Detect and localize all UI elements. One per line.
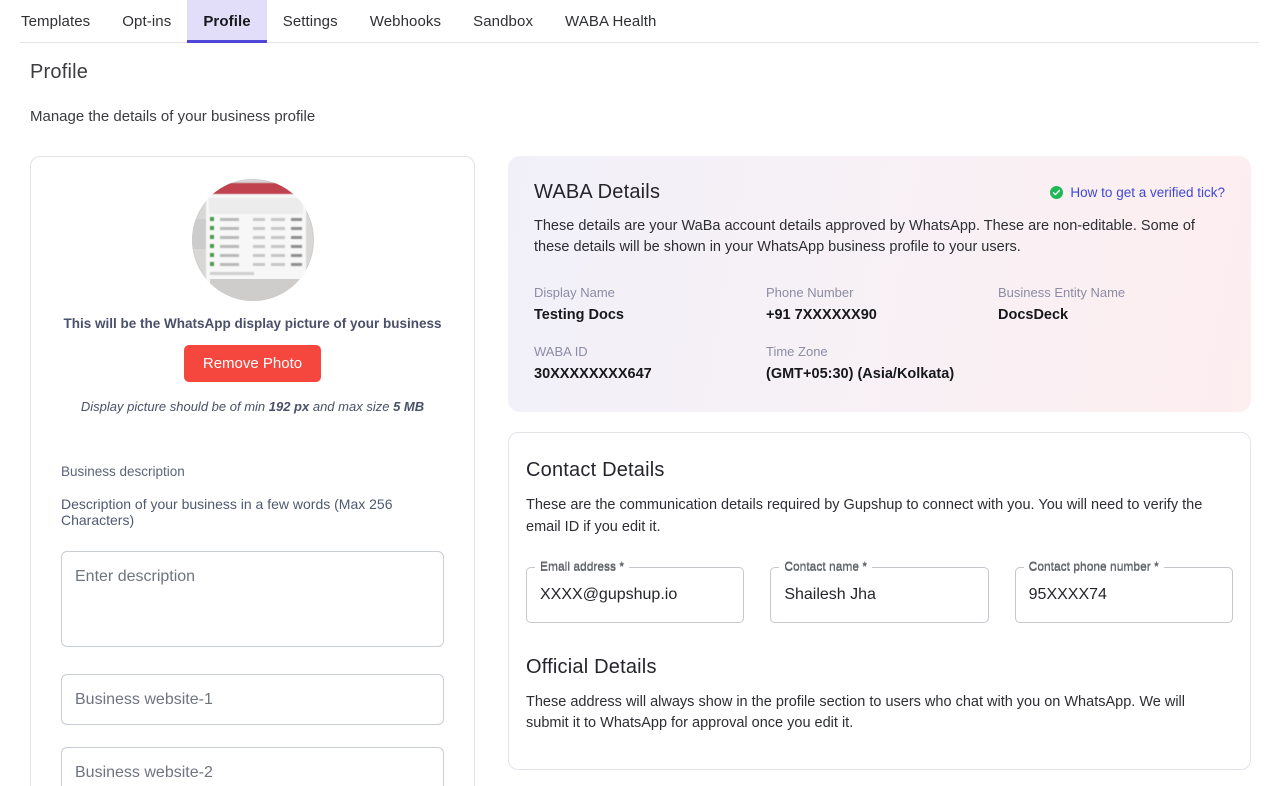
field-value: 30XXXXXXXX647 <box>534 366 652 383</box>
tab-webhooks[interactable]: Webhooks <box>354 0 457 43</box>
tab-waba-health[interactable]: WABA Health <box>549 0 672 43</box>
verified-link-label: How to get a verified tick? <box>1070 185 1225 200</box>
tab-opt-ins[interactable]: Opt-ins <box>106 0 187 43</box>
waba-details-card: WABA Details How to get a verified tick?… <box>508 156 1251 413</box>
field-label: Phone Number <box>766 285 854 301</box>
display-picture-note: This will be the WhatsApp display pictur… <box>63 316 442 331</box>
contact-details-card: Contact Details These are the communicat… <box>508 432 1251 771</box>
size-note-min: 192 px <box>268 399 310 414</box>
field-value: DocsDeck <box>998 307 1069 324</box>
tab-label: Webhooks <box>369 13 442 30</box>
official-details-description: These address will always show in the pr… <box>526 693 1185 732</box>
field-value: (GMT+05:30) (Asia/Kolkata) <box>766 366 955 383</box>
waba-details-grid: Display Name Testing Docs Phone Number +… <box>534 285 1225 382</box>
tab-profile[interactable]: Profile <box>187 0 268 43</box>
contact-name-input[interactable] <box>770 566 989 623</box>
avatar[interactable] <box>191 179 314 301</box>
business-description-help: Description of your business in a few wo… <box>61 496 393 528</box>
contact-details-title: Contact Details <box>526 459 665 482</box>
tab-label: Templates <box>21 13 91 30</box>
avatar-image-bottom-block <box>209 279 310 301</box>
waba-field-time-zone: Time Zone (GMT+05:30) (Asia/Kolkata) <box>766 344 998 382</box>
page-title: Profile <box>30 61 89 83</box>
field-label: Time Zone <box>766 344 828 360</box>
waba-details-header: WABA Details How to get a verified tick? <box>534 181 1225 204</box>
field-label: Business Entity Name <box>998 285 1126 301</box>
field-value: +91 7XXXXXX90 <box>766 307 877 324</box>
tab-label: Profile <box>203 13 251 30</box>
tab-label: Opt-ins <box>122 13 172 30</box>
waba-field-phone-number: Phone Number +91 7XXXXXX90 <box>766 285 998 323</box>
business-website-2-input[interactable] <box>61 747 444 786</box>
business-website-1-input[interactable] <box>61 674 444 725</box>
official-details-section: Official Details These address will alwa… <box>526 656 1233 736</box>
avatar-container <box>46 179 459 301</box>
contact-fields-row: Email address * Email address * Contact … <box>526 559 1233 623</box>
size-note-middle: and max size <box>309 399 394 414</box>
business-description-block: Business description Description of your… <box>46 464 459 786</box>
email-address-field[interactable]: Email address * Email address * <box>526 559 745 623</box>
page-subtitle: Manage the details of your business prof… <box>30 108 316 125</box>
waba-grid-empty-cell <box>998 344 1230 382</box>
tab-sandbox[interactable]: Sandbox <box>457 0 549 43</box>
how-to-get-verified-tick-link[interactable]: How to get a verified tick? <box>1050 185 1225 200</box>
tab-label: Sandbox <box>473 13 534 30</box>
contact-details-description: These are the communication details requ… <box>526 497 1203 535</box>
tab-settings[interactable]: Settings <box>267 0 354 43</box>
email-address-input[interactable] <box>526 566 745 623</box>
size-note-max: 5 MB <box>393 399 425 414</box>
main-tab-bar: Templates Opt-ins Profile Settings Webho… <box>0 0 1279 43</box>
tab-label: Settings <box>282 13 338 30</box>
check-circle-icon <box>1050 186 1064 199</box>
right-column: WABA Details How to get a verified tick?… <box>508 156 1251 771</box>
field-label: Display Name <box>534 285 615 301</box>
contact-name-field[interactable]: Contact name * Contact name * <box>770 559 989 623</box>
display-picture-card: This will be the WhatsApp display pictur… <box>30 156 475 786</box>
waba-field-business-entity-name: Business Entity Name DocsDeck <box>998 285 1230 323</box>
waba-details-description: These details are your WaBa account deta… <box>534 218 1195 256</box>
field-value: Testing Docs <box>534 307 624 324</box>
avatar-image-side-strip <box>191 219 206 249</box>
business-description-label: Business description <box>61 464 185 479</box>
official-details-title: Official Details <box>526 655 657 678</box>
page-header: Profile Manage the details of your busin… <box>0 43 1279 125</box>
remove-photo-button[interactable]: Remove Photo <box>183 345 322 382</box>
waba-details-title: WABA Details <box>534 181 661 203</box>
display-picture-size-note: Display picture should be of min 192 px … <box>46 399 459 414</box>
tab-templates[interactable]: Templates <box>5 0 106 43</box>
field-label: WABA ID <box>534 344 588 360</box>
waba-field-display-name: Display Name Testing Docs <box>534 285 766 323</box>
left-column: This will be the WhatsApp display pictur… <box>30 156 475 786</box>
contact-phone-number-input[interactable] <box>1014 566 1233 623</box>
waba-field-waba-id: WABA ID 30XXXXXXXX647 <box>534 344 766 382</box>
tab-label: WABA Health <box>565 13 657 30</box>
business-description-input[interactable] <box>61 551 444 647</box>
contact-phone-number-field[interactable]: Contact phone number * Contact phone num… <box>1014 559 1233 623</box>
profile-content: This will be the WhatsApp display pictur… <box>0 125 1279 786</box>
size-note-prefix: Display picture should be of min <box>80 399 269 414</box>
